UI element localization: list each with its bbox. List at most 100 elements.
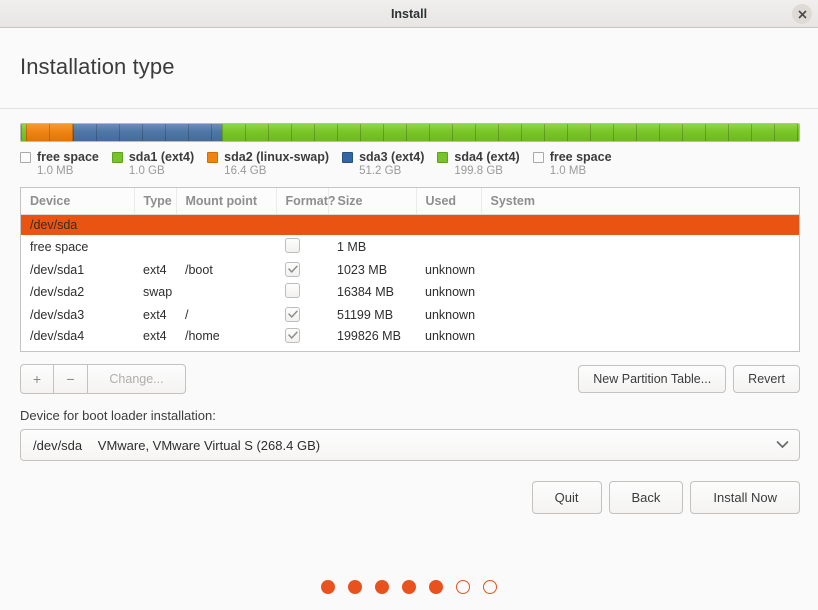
mount-point-cell: /: [185, 307, 189, 322]
partition-bar[interactable]: [20, 123, 800, 142]
progress-dot-complete: [321, 580, 335, 594]
format-checkbox[interactable]: [285, 307, 300, 322]
legend-item: sda1 (ext4) 1.0 GB: [111, 150, 194, 177]
back-button[interactable]: Back: [608, 481, 684, 514]
partition-edit-group: + − Change...: [20, 364, 186, 394]
legend-item-size: 1.0 GB: [128, 165, 165, 177]
revert-button[interactable]: Revert: [733, 365, 800, 393]
wizard-actions: Quit Back Install Now: [20, 481, 800, 514]
legend-item-size: 1.0 MB: [549, 165, 587, 177]
size-cell: 199826 MB: [337, 328, 401, 343]
size-cell: 1023 MB: [337, 262, 388, 277]
type-cell: ext4: [143, 262, 167, 277]
column-header[interactable]: Mount point: [176, 188, 277, 215]
used-cell: [416, 235, 481, 259]
format-checkbox[interactable]: [285, 328, 300, 343]
partition-bar-container: [0, 109, 818, 142]
chevron-down-icon[interactable]: [776, 436, 789, 454]
mount-point-cell: [176, 280, 276, 304]
format-cell: [276, 259, 328, 280]
format-cell: [276, 325, 328, 346]
table-row-disk[interactable]: /dev/sda: [21, 214, 799, 235]
quit-button[interactable]: Quit: [531, 481, 602, 514]
format-checkbox[interactable]: [285, 283, 300, 298]
progress-dot-pending: [456, 580, 470, 594]
legend-item-size: 199.8 GB: [454, 165, 503, 177]
legend-item-label: free space: [549, 150, 612, 164]
partition-toolbar: + − Change... New Partition Table... Rev…: [20, 364, 800, 394]
table-row[interactable]: /dev/sda4 ext4/home 199826 MB unknown: [21, 325, 799, 346]
partition-legend: free space 1.0 MB sda1 (ext4) 1.0 GB sda2 (l…: [0, 142, 818, 177]
window-titlebar: Install: [0, 0, 818, 28]
partition-table-group: New Partition Table... Revert: [578, 365, 800, 393]
partition-bar-segment[interactable]: [73, 124, 222, 141]
device-cell: free space: [30, 240, 89, 254]
partition-bar-segment[interactable]: [221, 124, 799, 141]
page-title: Installation type: [20, 54, 175, 79]
legend-swatch-icon: [342, 151, 354, 163]
bootloader-label: Device for boot loader installation:: [20, 408, 216, 423]
device-cell: /dev/sda2: [30, 285, 85, 299]
legend-item-label: sda3 (ext4): [359, 150, 425, 164]
progress-dot-complete: [402, 580, 416, 594]
legend-item: sda3 (ext4) 51.2 GB: [342, 150, 424, 177]
install-now-button[interactable]: Install Now: [690, 481, 800, 514]
remove-partition-button[interactable]: −: [54, 364, 88, 394]
legend-item-label: sda2 (linux-swap): [224, 150, 330, 164]
size-cell: 16384 MB: [337, 285, 394, 299]
legend-swatch-icon: [437, 151, 449, 163]
wizard-progress-dots: [0, 580, 818, 594]
mount-point-cell: [176, 235, 276, 259]
column-header[interactable]: Size: [328, 188, 417, 215]
legend-item-label: sda4 (ext4): [454, 150, 520, 164]
device-cell: /dev/sda1: [30, 262, 85, 277]
column-header[interactable]: System: [481, 188, 799, 215]
mount-point-cell: /home: [185, 328, 220, 343]
device-cell: /dev/sda4: [30, 328, 85, 343]
table-header-row: Device Type Mount point Format? Size Used Syst…: [21, 188, 799, 215]
change-partition-button[interactable]: Change...: [88, 364, 186, 394]
column-header[interactable]: Device: [21, 188, 135, 215]
legend-swatch-icon: [111, 151, 123, 163]
add-partition-button[interactable]: +: [20, 364, 54, 394]
format-cell: [276, 280, 328, 304]
table-row[interactable]: /dev/sda2 swap 16384 MB unknown: [21, 280, 799, 304]
installer-content: Installation type free space 1.0 MB sda1 (…: [0, 28, 818, 610]
column-header[interactable]: Used: [416, 188, 482, 215]
format-checkbox[interactable]: [285, 262, 300, 277]
legend-swatch-icon: [207, 151, 219, 163]
legend-item-label: free space: [37, 150, 99, 164]
system-cell: [481, 235, 799, 259]
used-cell: unknown: [425, 262, 476, 277]
legend-item: sda4 (ext4) 199.8 GB: [437, 150, 520, 177]
close-icon[interactable]: [792, 4, 812, 24]
partition-bar-segment[interactable]: [25, 124, 74, 141]
type-cell: swap: [143, 285, 173, 299]
bootloader-device-value: /dev/sda VMware, VMware Virtual S (268.4…: [33, 438, 320, 453]
legend-swatch-icon: [20, 151, 31, 163]
bootloader-device-description: VMware, VMware Virtual S (268.4 GB): [97, 437, 321, 453]
partition-table: Device Type Mount point Format? Size Used Syst…: [21, 188, 799, 346]
used-cell: unknown: [425, 328, 476, 343]
progress-dot-pending: [483, 580, 497, 594]
legend-item-size: 51.2 GB: [359, 165, 402, 177]
format-cell: [276, 304, 328, 325]
system-cell: [481, 304, 799, 325]
table-row[interactable]: /dev/sda3 ext4 / 51199 MB unknown: [21, 304, 799, 325]
table-row[interactable]: /dev/sda1 ext4/boot 1023 MB unknown: [21, 259, 799, 280]
table-header: Device Type Mount point Format? Size Used Syst…: [21, 188, 799, 215]
format-cell: [276, 235, 328, 259]
column-header[interactable]: Type: [134, 188, 177, 215]
progress-dot-complete: [348, 580, 362, 594]
column-header[interactable]: Format?: [276, 188, 336, 215]
format-checkbox[interactable]: [285, 238, 300, 253]
type-cell: ext4: [143, 307, 167, 322]
partition-table-container[interactable]: Device Type Mount point Format? Size Used Syst…: [20, 187, 800, 352]
device-cell: /dev/sda3: [30, 307, 85, 322]
bootloader-device-select[interactable]: /dev/sda VMware, VMware Virtual S (268.4…: [20, 429, 800, 461]
disk-device-label: /dev/sda: [21, 214, 799, 235]
new-partition-table-button[interactable]: New Partition Table...: [578, 365, 727, 393]
size-cell: 51199 MB: [337, 307, 394, 322]
table-row[interactable]: free space 1 MB: [21, 235, 799, 259]
window-title: Install: [390, 6, 428, 21]
